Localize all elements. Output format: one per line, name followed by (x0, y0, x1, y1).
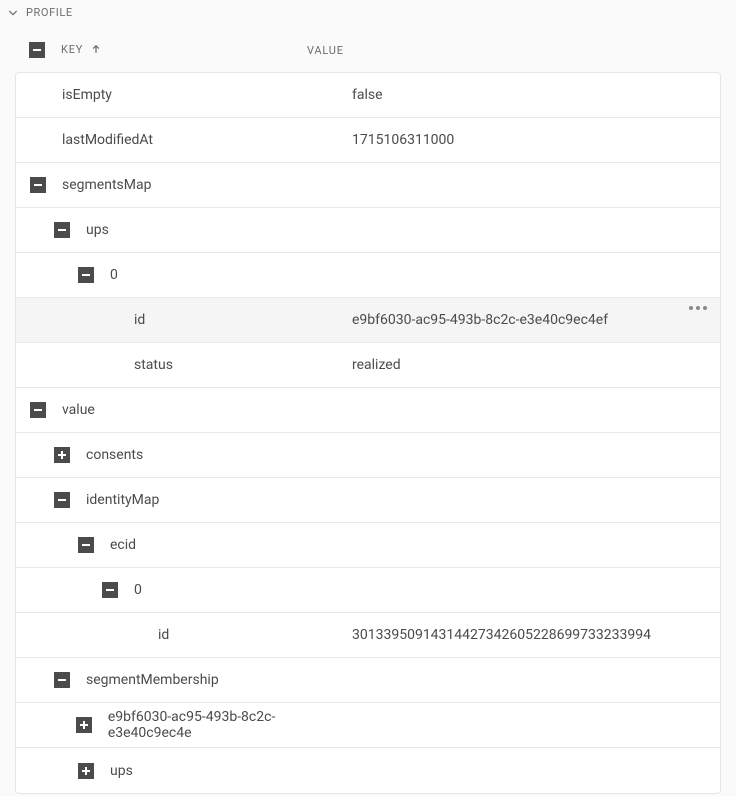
more-actions-icon[interactable] (687, 306, 708, 310)
collapse-icon[interactable] (54, 672, 70, 688)
value-label: 30133950914314427342605228699733233994 (352, 627, 651, 643)
collapse-icon[interactable] (54, 222, 70, 238)
collapse-icon[interactable] (78, 537, 94, 553)
key-label: id (134, 312, 145, 328)
table-row[interactable]: consents (16, 433, 720, 478)
value-label: e9bf6030-ac95-493b-8c2c-e3e40c9ec4ef (352, 312, 608, 328)
expand-icon[interactable] (76, 717, 92, 733)
collapse-icon[interactable] (78, 267, 94, 283)
collapse-all-toggle[interactable] (29, 42, 45, 58)
collapse-icon[interactable] (54, 492, 70, 508)
key-label: ecid (110, 537, 136, 553)
collapse-icon[interactable] (30, 402, 46, 418)
table-row[interactable]: segmentMembership (16, 658, 720, 703)
key-label: lastModifiedAt (62, 132, 153, 148)
value-label: false (352, 87, 383, 103)
table-row[interactable]: e9bf6030-ac95-493b-8c2c-e3e40c9ec4e (16, 703, 720, 748)
table-header-row: KEY VALUE (15, 27, 721, 72)
table-row[interactable]: value (16, 388, 720, 433)
table-row[interactable]: segmentsMap (16, 163, 720, 208)
chevron-down-icon[interactable] (8, 8, 18, 18)
table-row[interactable]: id 3013395091431442734260522869973323399… (16, 613, 720, 658)
table-row[interactable]: ups (16, 748, 720, 793)
key-label: e9bf6030-ac95-493b-8c2c-e3e40c9ec4e (108, 709, 352, 741)
key-label: isEmpty (62, 87, 112, 103)
key-label: id (158, 627, 169, 643)
key-label: status (134, 357, 173, 373)
sort-ascending-icon[interactable] (91, 42, 101, 58)
key-label: value (62, 402, 95, 418)
tree-table: isEmpty false lastModifiedAt 17151063110… (15, 72, 721, 794)
value-label: 1715106311000 (352, 132, 454, 148)
expand-icon[interactable] (78, 763, 94, 779)
table-row[interactable]: id e9bf6030-ac95-493b-8c2c-e3e40c9ec4ef (16, 298, 720, 343)
key-label: segmentsMap (62, 177, 151, 193)
key-label: 0 (134, 582, 142, 598)
panel-title: PROFILE (26, 6, 73, 19)
expand-icon[interactable] (54, 447, 70, 463)
table-row[interactable]: ecid (16, 523, 720, 568)
table-row[interactable]: 0 (16, 253, 720, 298)
key-label: segmentMembership (86, 672, 219, 688)
key-label: consents (86, 447, 143, 463)
table-row[interactable]: 0 (16, 568, 720, 613)
collapse-icon[interactable] (102, 582, 118, 598)
value-label: realized (352, 357, 401, 373)
key-label: ups (110, 763, 133, 779)
column-header-value[interactable]: VALUE (307, 44, 344, 57)
key-label: 0 (110, 267, 118, 283)
key-label: identityMap (86, 492, 159, 508)
collapse-icon[interactable] (30, 177, 46, 193)
table-row[interactable]: isEmpty false (16, 73, 720, 118)
table-row[interactable]: lastModifiedAt 1715106311000 (16, 118, 720, 163)
table-row[interactable]: status realized (16, 343, 720, 388)
column-header-key[interactable]: KEY (61, 43, 83, 56)
key-label: ups (86, 222, 109, 238)
table-row[interactable]: ups (16, 208, 720, 253)
table-row[interactable]: identityMap (16, 478, 720, 523)
